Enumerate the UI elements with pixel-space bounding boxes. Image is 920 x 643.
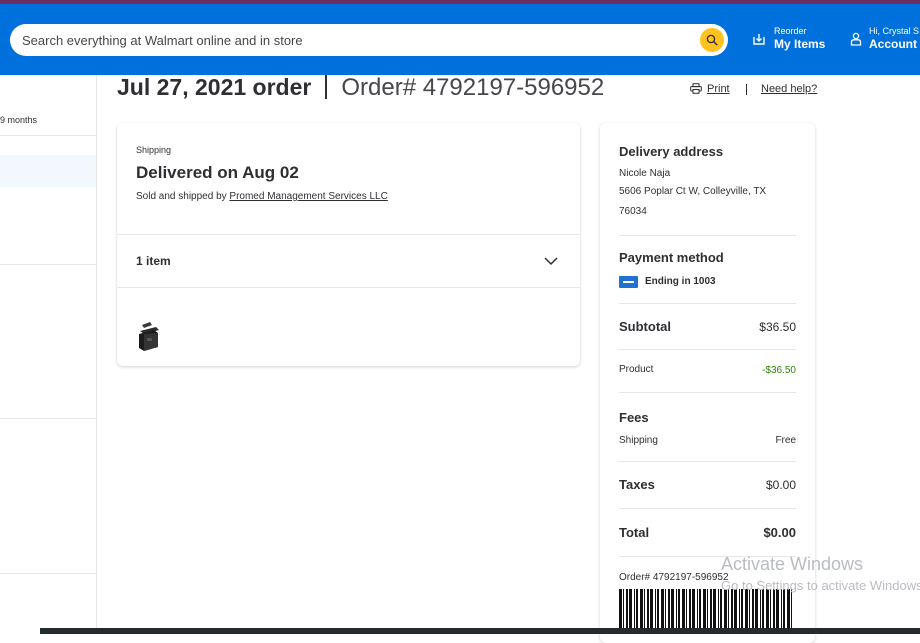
seller-link[interactable]: Promed Management Services LLC [229,191,387,202]
account-label: Account [869,37,917,51]
product-label: Product [619,364,654,375]
sidebar-divider [0,418,96,419]
link-separator [746,84,747,95]
total-label: Total [619,525,650,540]
search-bar [10,24,728,56]
shipping-fee-value: Free [775,435,796,446]
print-link[interactable]: Print [690,83,730,95]
sidebar-divider [0,573,96,574]
sidebar-filter-months[interactable]: 9 months [0,115,37,125]
site-header: Reorder My Items Hi, Crystal S Account [0,4,920,75]
title-separator [325,75,328,99]
summary-divider [619,508,796,509]
subtotal-value: $36.50 [759,320,796,334]
need-help-link[interactable]: Need help? [761,83,817,95]
order-barcode [619,589,792,629]
order-number-text: Order# 4792197-596952 [619,572,729,583]
taxes-value: $0.00 [765,478,796,492]
address-line1: 5606 Poplar Ct W, Colleyville, TX [619,186,767,197]
address-name: Nicole Naja [619,168,671,179]
total-value: $0.00 [763,525,796,540]
items-accordion[interactable]: 1 item [117,235,580,287]
card-divider [117,287,580,288]
product-thumbnail[interactable] [136,321,162,353]
sidebar-selected-order[interactable] [0,155,96,187]
delivery-address-heading: Delivery address [619,144,724,159]
print-label: Print [707,83,730,95]
account-icon [850,32,862,46]
order-number-title: Order# 4792197-596952 [341,74,605,101]
activate-windows-title: Activate Windows [721,554,864,574]
order-date-title: Jul 27, 2021 order [117,74,312,100]
sidebar-divider [0,264,96,265]
summary-divider [619,461,796,462]
taskbar-left-segment [0,628,40,634]
shipping-section-label: Shipping [136,145,172,155]
summary-divider [619,392,796,393]
taskbar [0,628,920,634]
shipping-fee-label: Shipping [619,435,658,446]
account-greeting: Hi, Crystal S [869,26,920,36]
sold-by-prefix: Sold and shipped by [136,191,227,202]
activate-windows-subtitle: Go to Settings to activate Windows. [721,578,920,593]
reorder-label: Reorder [774,26,807,36]
summary-divider [619,235,796,236]
taxes-label: Taxes [619,477,655,492]
left-sidebar: 9 months [0,75,97,634]
address-line2: 76034 [619,206,647,217]
fees-heading: Fees [619,410,649,425]
payment-method-heading: Payment method [619,250,724,265]
sidebar-divider [0,135,96,136]
search-input[interactable] [22,24,682,56]
shipment-card: Shipping Delivered on Aug 02 Sold and sh… [117,123,580,366]
search-icon [706,34,718,46]
my-items-label: My Items [774,37,826,51]
subtotal-label: Subtotal [619,319,671,334]
sold-by-text: Sold and shipped by Promed Management Se… [136,191,388,202]
printer-icon [690,83,702,94]
summary-divider [619,349,796,350]
account-button[interactable]: Hi, Crystal S Account [850,26,920,56]
search-button[interactable] [700,28,724,52]
items-count: 1 item [136,254,171,268]
chevron-down-icon [544,257,558,266]
summary-divider [619,303,796,304]
order-title: Jul 27, 2021 order Order# 4792197-596952 [117,74,604,106]
reorder-icon [753,34,765,45]
card-ending-text: Ending in 1003 [645,276,716,287]
credit-card-icon [619,276,638,288]
delivery-status: Delivered on Aug 02 [136,163,299,182]
product-discount-value: -$36.50 [762,365,796,376]
